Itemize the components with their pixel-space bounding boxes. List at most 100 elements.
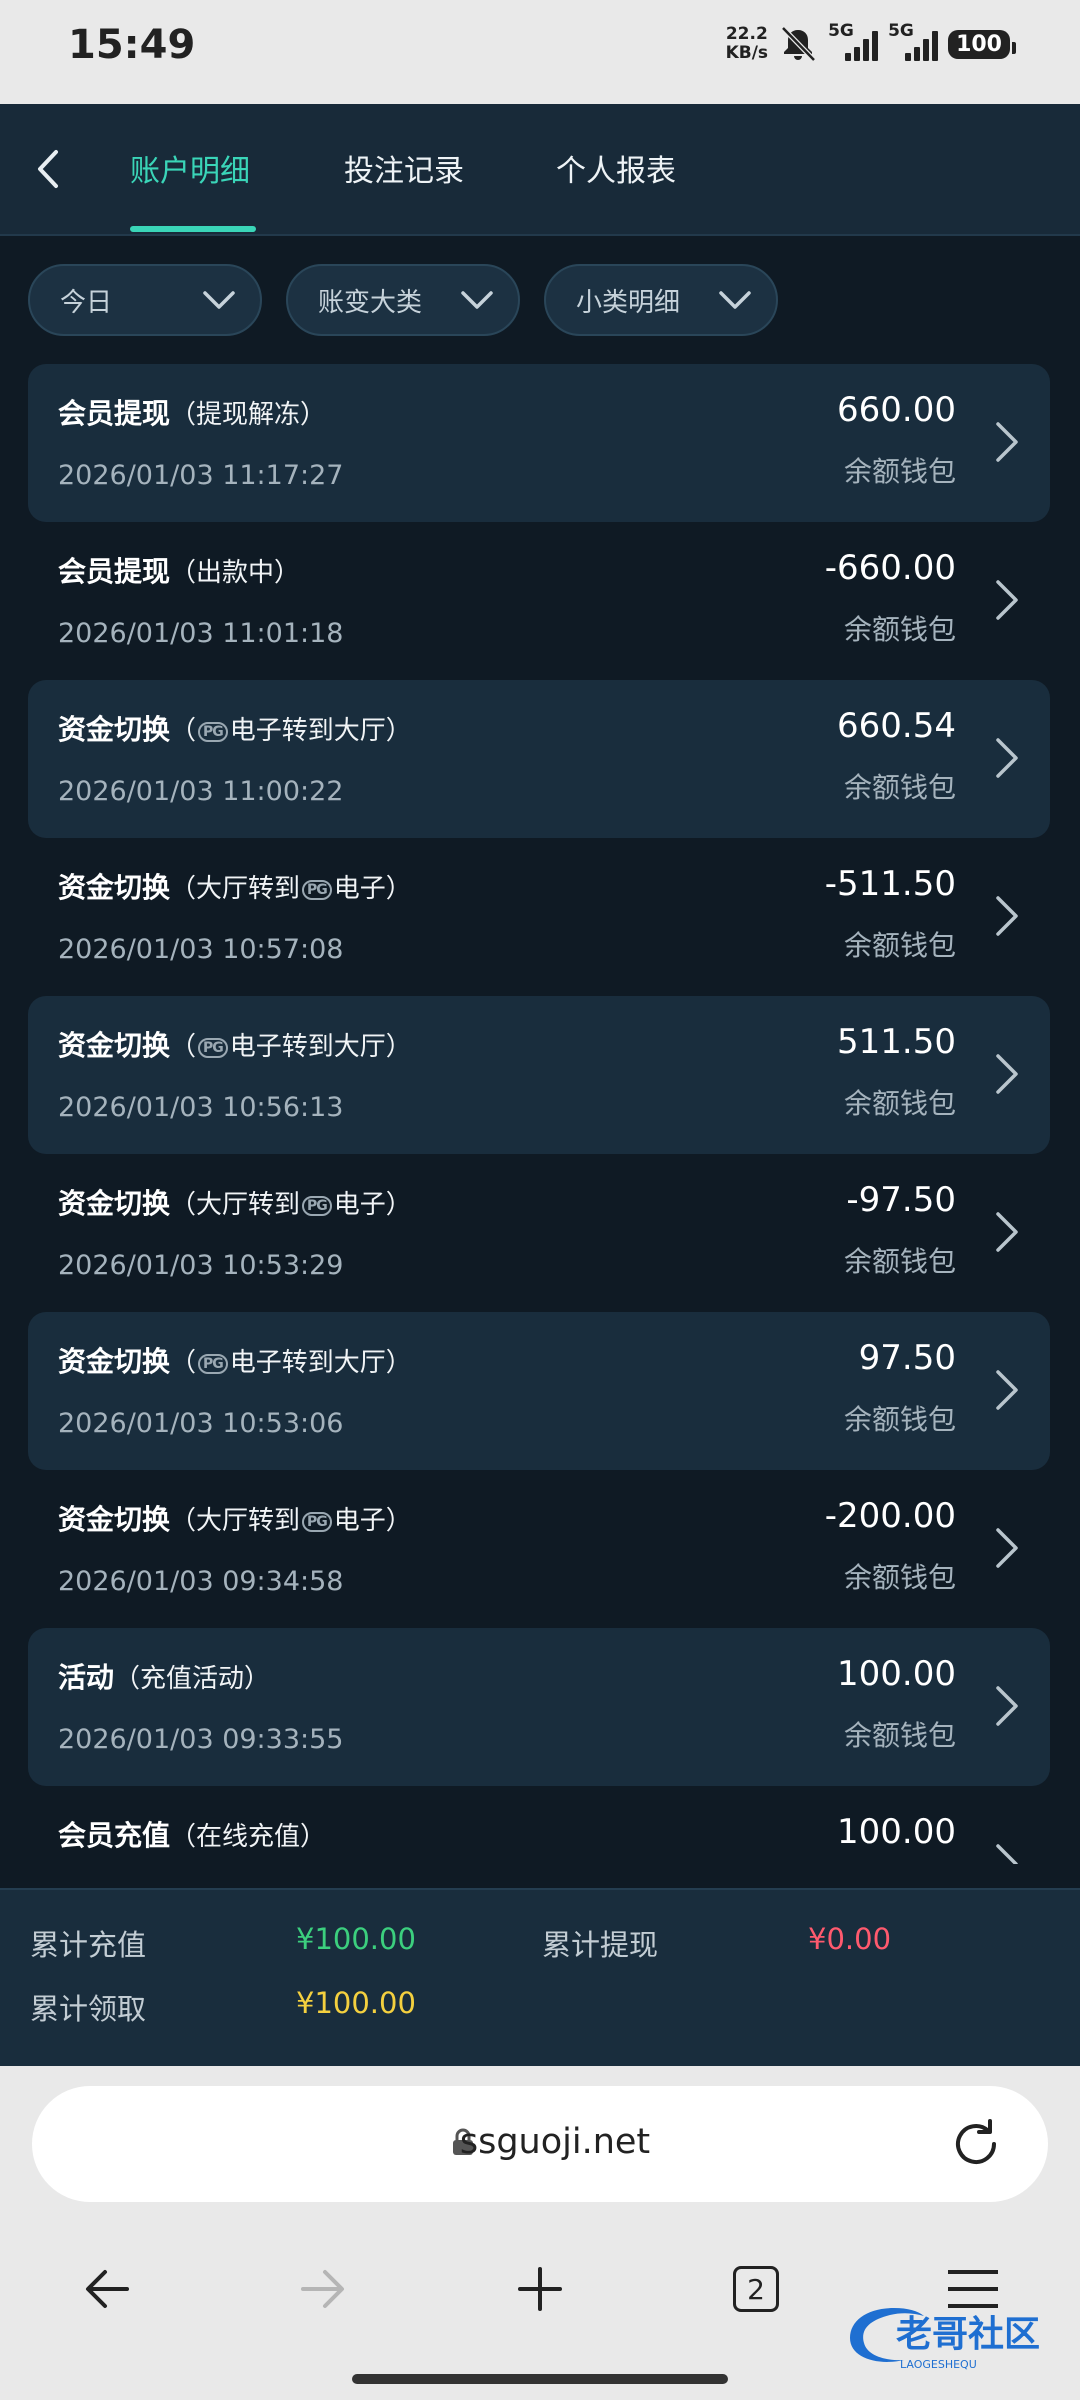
filter-date-label: 今日 xyxy=(60,287,113,318)
total-withdraw-value: ¥0.00 xyxy=(808,1922,892,1956)
transaction-title: 资金切换（ PG 电子转到大厅） xyxy=(58,1340,412,1380)
new-tab-button[interactable] xyxy=(505,2254,575,2324)
filter-category-dropdown[interactable]: 账变大类 xyxy=(286,264,520,336)
transaction-wallet: 余额钱包 xyxy=(843,1087,956,1120)
arrow-left-icon xyxy=(86,2270,129,2308)
transaction-wallet: 余额钱包 xyxy=(843,455,956,488)
transaction-row[interactable]: 资金切换（大厅转到 PG 电子） 2026/01/03 09:34:58 -200.… xyxy=(28,1470,1050,1628)
transaction-wallet: 余额钱包 xyxy=(843,771,956,804)
signal-1-icon: 5G xyxy=(828,21,879,61)
transaction-amount: -200.00 xyxy=(824,1496,956,1536)
reload-icon[interactable] xyxy=(948,2116,1004,2172)
transaction-title: 会员充值（在线充值） xyxy=(58,1814,326,1854)
chevron-down-icon xyxy=(719,291,751,309)
chevron-right-icon xyxy=(996,896,1018,936)
transaction-row[interactable]: 会员提现（提现解冻） 2026/01/03 11:17:27 660.00 余额… xyxy=(28,364,1050,522)
transaction-type: 资金切换 xyxy=(58,1503,171,1536)
transaction-amount: 660.00 xyxy=(837,390,956,430)
total-claim-value: ¥100.00 xyxy=(296,1986,416,2020)
transaction-subtype: （在线充值） xyxy=(170,1822,327,1852)
watermark-logo: 老哥社区 LAOGESHEQU xyxy=(850,2308,1040,2371)
transaction-wallet: 余额钱包 xyxy=(843,929,956,962)
filter-date-dropdown[interactable]: 今日 xyxy=(28,264,262,336)
transaction-amount: -97.50 xyxy=(846,1180,956,1220)
transaction-type: 资金切换 xyxy=(58,1029,171,1062)
total-claim-label: 累计领取 xyxy=(30,1992,147,2026)
total-recharge-label: 累计充值 xyxy=(30,1928,147,1962)
transaction-type: 会员提现 xyxy=(58,555,171,588)
transaction-date: 2026/01/03 11:17:27 xyxy=(58,460,344,491)
transaction-subtype: （提现解冻） xyxy=(170,400,327,430)
status-bar: 15:49 22.2 KB/s 5G 5G 100 xyxy=(0,0,1080,104)
status-time: 15:49 xyxy=(68,22,196,68)
url-text: ssguoji.net xyxy=(459,2122,651,2162)
transaction-date: 2026/01/03 10:53:29 xyxy=(58,1250,344,1281)
transaction-row[interactable]: 活动（充值活动） 2026/01/03 09:33:55 100.00 余额钱包 xyxy=(28,1628,1050,1786)
chevron-right-icon xyxy=(996,1054,1018,1094)
bell-muted-icon xyxy=(781,26,816,62)
pg-logo-icon: PG xyxy=(302,1195,332,1216)
filter-category-label: 账变大类 xyxy=(318,287,423,318)
arrow-right-icon xyxy=(301,2270,344,2308)
transaction-type: 资金切换 xyxy=(58,871,171,904)
tab-bet-records[interactable]: 投注记录 xyxy=(344,146,464,190)
transaction-row[interactable]: 资金切换（ PG 电子转到大厅） 2026/01/03 11:00:22 660.5… xyxy=(28,680,1050,838)
transaction-row[interactable]: 会员充值（在线充值） 100.00 xyxy=(28,1786,1050,1864)
transaction-title: 资金切换（大厅转到 PG 电子） xyxy=(58,1498,412,1538)
transaction-date: 2026/01/03 10:57:08 xyxy=(58,934,344,965)
tab-switcher-button[interactable]: 2 xyxy=(721,2254,791,2324)
tab-personal-report[interactable]: 个人报表 xyxy=(556,146,676,190)
watermark-text: 老哥社区 xyxy=(896,2314,1040,2355)
transaction-row[interactable]: 会员提现（出款中） 2026/01/03 11:01:18 -660.00 余额… xyxy=(28,522,1050,680)
transaction-title: 资金切换（ PG 电子转到大厅） xyxy=(58,708,412,748)
pg-logo-icon: PG xyxy=(198,1353,228,1374)
transaction-title: 活动（充值活动） xyxy=(58,1656,270,1696)
chevron-right-icon xyxy=(996,1370,1018,1410)
address-bar[interactable]: ssguoji.net xyxy=(32,2086,1048,2202)
total-recharge-value: ¥100.00 xyxy=(296,1922,416,1956)
transaction-date: 2026/01/03 10:53:06 xyxy=(58,1408,344,1439)
transaction-amount: 97.50 xyxy=(858,1338,956,1378)
chevron-right-icon xyxy=(996,1844,1018,1864)
transaction-row[interactable]: 资金切换（大厅转到 PG 电子） 2026/01/03 10:57:08 -511.… xyxy=(28,838,1050,996)
transaction-date: 2026/01/03 09:34:58 xyxy=(58,1566,344,1597)
chevron-right-icon xyxy=(996,1212,1018,1252)
transaction-row[interactable]: 资金切换（ PG 电子转到大厅） 2026/01/03 10:53:06 97.50… xyxy=(28,1312,1050,1470)
network-speed-value: 22.2 xyxy=(725,24,768,44)
transaction-subtype: （出款中） xyxy=(170,558,301,588)
transaction-subtype: （PG 电子转到大厅） xyxy=(170,716,412,746)
transaction-date: 2026/01/03 11:01:18 xyxy=(58,618,344,649)
tab-account-details[interactable]: 账户明细 xyxy=(130,146,250,190)
browser-back-button[interactable] xyxy=(72,2254,142,2324)
filter-subcategory-label: 小类明细 xyxy=(576,287,681,318)
filter-subcategory-dropdown[interactable]: 小类明细 xyxy=(544,264,778,336)
watermark-subtext: LAOGESHEQU xyxy=(900,2358,977,2371)
chevron-right-icon xyxy=(996,1528,1018,1568)
transaction-title: 会员提现（出款中） xyxy=(58,550,300,590)
transaction-date: 2026/01/03 10:56:13 xyxy=(58,1092,344,1123)
signal-2-label: 5G xyxy=(888,21,914,41)
signal-1-label: 5G xyxy=(828,21,854,41)
home-indicator xyxy=(352,2374,728,2384)
transaction-date: 2026/01/03 09:33:55 xyxy=(58,1724,344,1755)
transaction-amount: 100.00 xyxy=(837,1654,956,1694)
transaction-type: 资金切换 xyxy=(58,713,171,746)
network-speed: 22.2 KB/s xyxy=(726,25,768,63)
pg-logo-icon: PG xyxy=(198,721,228,742)
chevron-right-icon xyxy=(996,580,1018,620)
chevron-down-icon xyxy=(203,291,235,309)
summary-panel: 累计充值 ¥100.00 累计提现 ¥0.00 累计领取 ¥100.00 xyxy=(0,1888,1080,2066)
transaction-row[interactable]: 资金切换（大厅转到 PG 电子） 2026/01/03 10:53:29 -97.5… xyxy=(28,1154,1050,1312)
transaction-subtype: （PG 电子转到大厅） xyxy=(170,1032,412,1062)
back-icon[interactable] xyxy=(28,144,68,194)
transaction-row[interactable]: 资金切换（ PG 电子转到大厅） 2026/01/03 10:56:13 511.5… xyxy=(28,996,1050,1154)
total-withdraw-label: 累计提现 xyxy=(542,1928,659,1962)
transaction-title: 会员提现（提现解冻） xyxy=(58,392,326,432)
transaction-amount: 100.00 xyxy=(837,1812,956,1852)
browser-forward-button[interactable] xyxy=(288,2254,358,2324)
pg-logo-icon: PG xyxy=(302,879,332,900)
transaction-subtype: （大厅转到 PG 电子） xyxy=(170,874,412,904)
browser-toolbar: ssguoji.net 2 老哥社区 LAOGESHEQU xyxy=(0,2066,1080,2400)
pg-logo-icon: PG xyxy=(198,1037,228,1058)
transaction-title: 资金切换（ PG 电子转到大厅） xyxy=(58,1024,412,1064)
